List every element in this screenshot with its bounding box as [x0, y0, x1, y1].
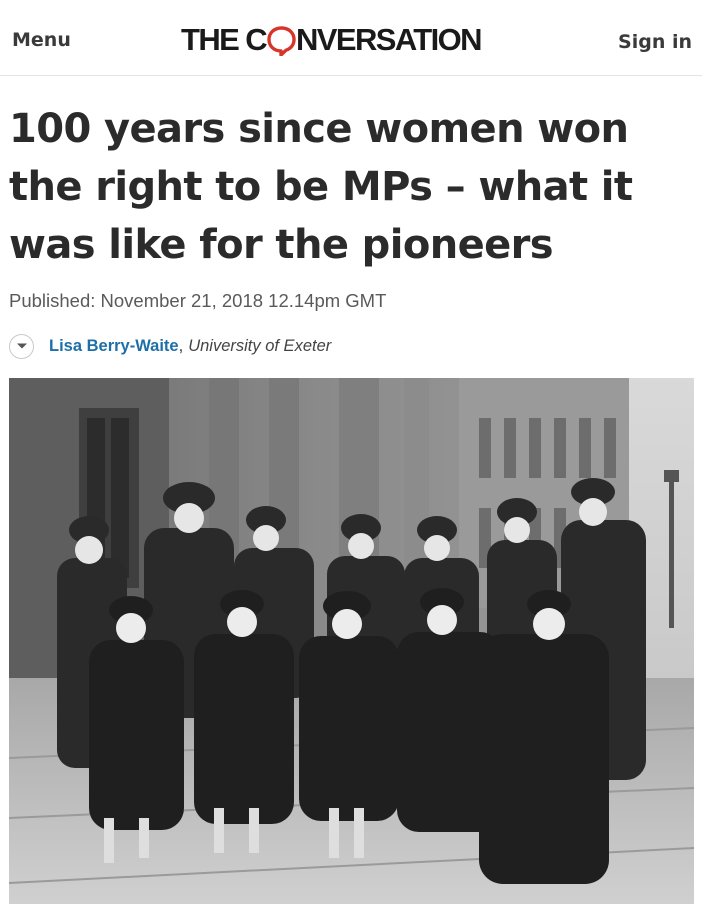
sign-in-button[interactable]: Sign in	[618, 31, 692, 53]
article-hero-photo	[9, 378, 694, 904]
chevron-down-icon[interactable]	[9, 333, 34, 359]
article-headline: 100 years since women won the right to b…	[9, 106, 633, 268]
site-header: Menu THE C NVERSATION Sign in	[0, 0, 702, 76]
author-byline: Lisa Berry-Waite , University of Exeter	[9, 332, 331, 360]
logo-text-suffix: NVERSATION	[296, 22, 483, 57]
publication-date: Published: November 21, 2018 12.14pm GMT	[9, 290, 387, 311]
menu-button[interactable]: Menu	[12, 29, 71, 51]
site-logo[interactable]: THE C NVERSATION	[181, 22, 483, 58]
speech-bubble-icon	[267, 25, 296, 57]
author-separator: ,	[178, 336, 184, 355]
logo-text-prefix: THE C	[181, 22, 268, 57]
photo-illustration	[9, 378, 694, 904]
author-name-link[interactable]: Lisa Berry-Waite	[49, 337, 179, 356]
author-affiliation-link[interactable]: University of Exeter	[188, 337, 331, 356]
